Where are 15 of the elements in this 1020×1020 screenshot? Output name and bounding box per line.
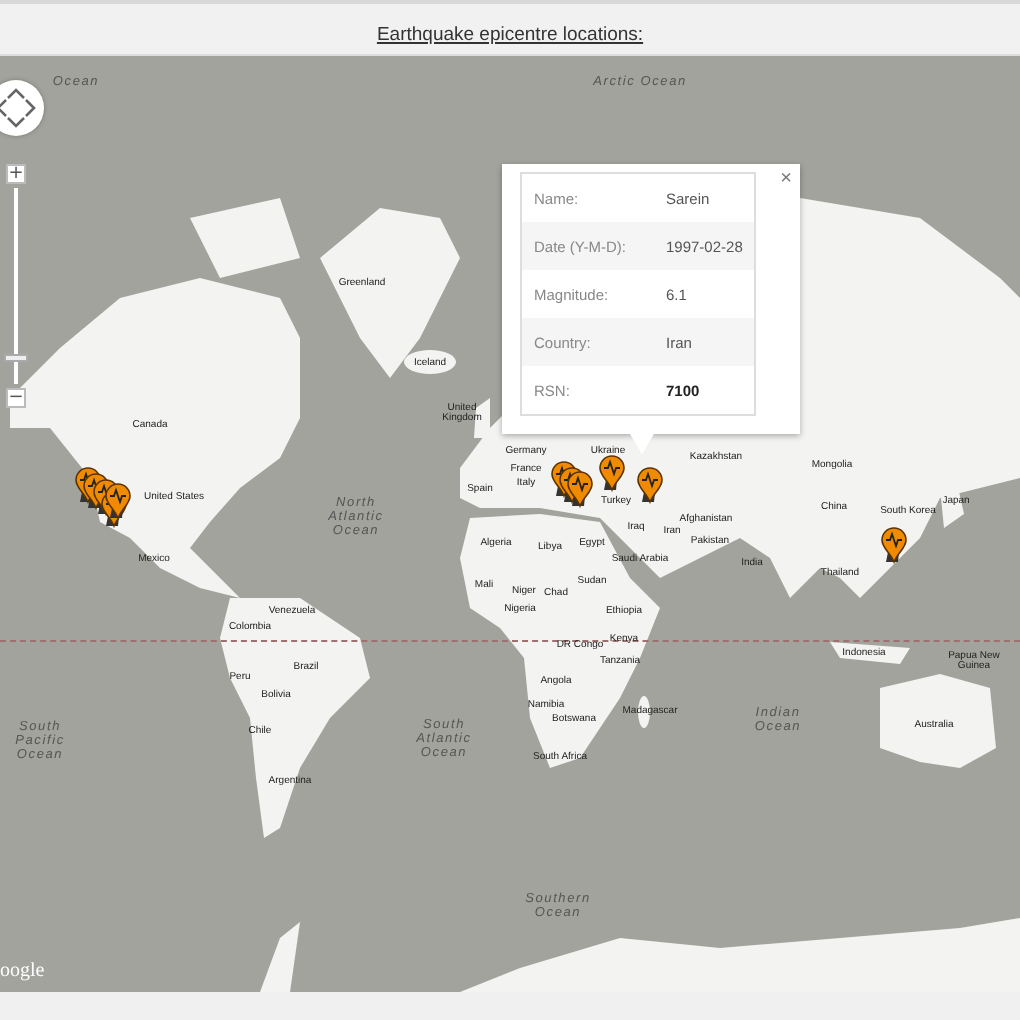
map-attribution: oogle <box>0 960 45 982</box>
map-pin-cluster-icon[interactable] <box>74 466 132 528</box>
landmass-shape <box>880 674 996 768</box>
map-pin-icon[interactable] <box>636 466 664 504</box>
page-title: Earthquake epicentre locations: <box>376 24 644 46</box>
pan-control[interactable] <box>0 80 44 136</box>
landmass-shape <box>830 642 910 664</box>
map-pin-icon[interactable] <box>880 526 908 564</box>
landmass-shape <box>260 922 300 992</box>
close-button[interactable]: × <box>780 168 792 190</box>
zoom-in-button[interactable]: + <box>6 164 26 184</box>
zoom-out-button[interactable]: − <box>6 388 26 408</box>
map-pin-icon[interactable] <box>598 454 626 492</box>
map-pin-cluster-icon[interactable] <box>550 460 594 508</box>
zoom-slider-handle[interactable] <box>4 354 28 363</box>
